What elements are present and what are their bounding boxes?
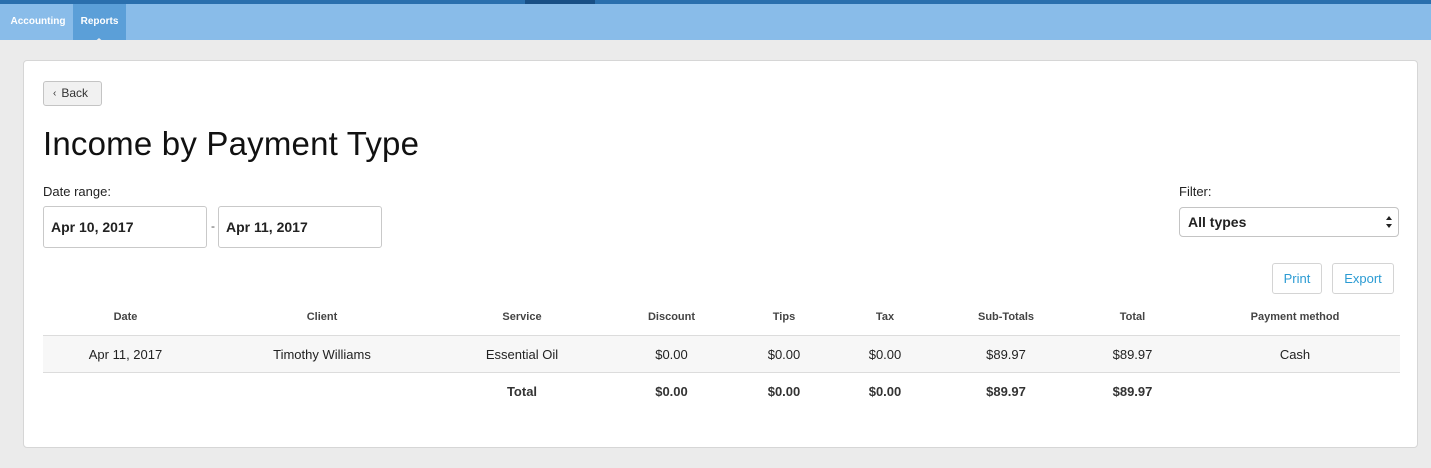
cell-subtotal: $89.97 [937,335,1075,373]
cell-date: Apr 11, 2017 [43,335,208,373]
table-header-row: Date Client Service Discount Tips Tax Su… [43,299,1400,336]
totals-subtotal: $89.97 [986,383,1026,399]
column-header[interactable]: Date [43,299,208,336]
totals-total: $89.97 [1112,383,1153,399]
cell-service: Essential Oil [436,335,608,373]
column-header[interactable]: Service [436,299,608,336]
page-title: Income by Payment Type [43,125,420,162]
cell-payment-method: Cash [1190,335,1400,373]
filter-select-value: All types [1188,214,1247,230]
totals-cell [208,373,436,410]
column-header[interactable]: Client [208,299,436,336]
totals-row: Total $0.00 $0.00 $0.00 $89.97 $89.97 [43,373,1400,410]
totals-label: Total [506,383,538,399]
column-header[interactable]: Payment method [1190,299,1400,336]
start-date-input[interactable] [43,206,207,248]
report-card: ‹ Back Income by Payment Type Date range:… [23,60,1418,448]
column-header[interactable]: Total [1075,299,1190,336]
select-arrows-icon [1386,216,1392,228]
chevron-left-icon: ‹ [53,88,57,99]
column-header[interactable]: Tips [735,299,833,336]
back-button-label: Back [61,86,89,100]
filter-label: Filter: [1179,184,1212,199]
end-date-input[interactable] [218,206,382,248]
totals-discount: $0.00 [655,383,688,399]
export-button[interactable]: Export [1332,263,1394,294]
totals-tips: $0.00 [767,383,801,399]
cell-discount: $0.00 [608,335,735,373]
cell-tips: $0.00 [735,335,833,373]
cell-tax: $0.00 [833,335,937,373]
totals-cell [1190,373,1400,410]
totals-cell [43,373,208,410]
totals-tax: $0.00 [868,383,902,399]
print-button[interactable]: Print [1272,263,1322,294]
cell-client: Timothy Williams [208,335,436,373]
back-button[interactable]: ‹ Back [43,81,102,106]
cell-total: $89.97 [1075,335,1190,373]
navbar: Accounting Reports [0,4,1431,44]
date-range-label: Date range: [43,184,111,199]
report-table: Date Client Service Discount Tips Tax Su… [43,299,1400,409]
tab-accounting[interactable]: Accounting [4,4,72,40]
column-header[interactable]: Tax [833,299,937,336]
date-range-separator: - [211,219,215,233]
tab-reports[interactable]: Reports [73,4,126,40]
table-row[interactable]: Apr 11, 2017 Timothy Williams Essential … [43,335,1400,373]
column-header[interactable]: Discount [608,299,735,336]
column-header[interactable]: Sub-Totals [937,299,1075,336]
filter-select[interactable]: All types [1179,207,1399,237]
active-tab-caret [92,38,106,44]
